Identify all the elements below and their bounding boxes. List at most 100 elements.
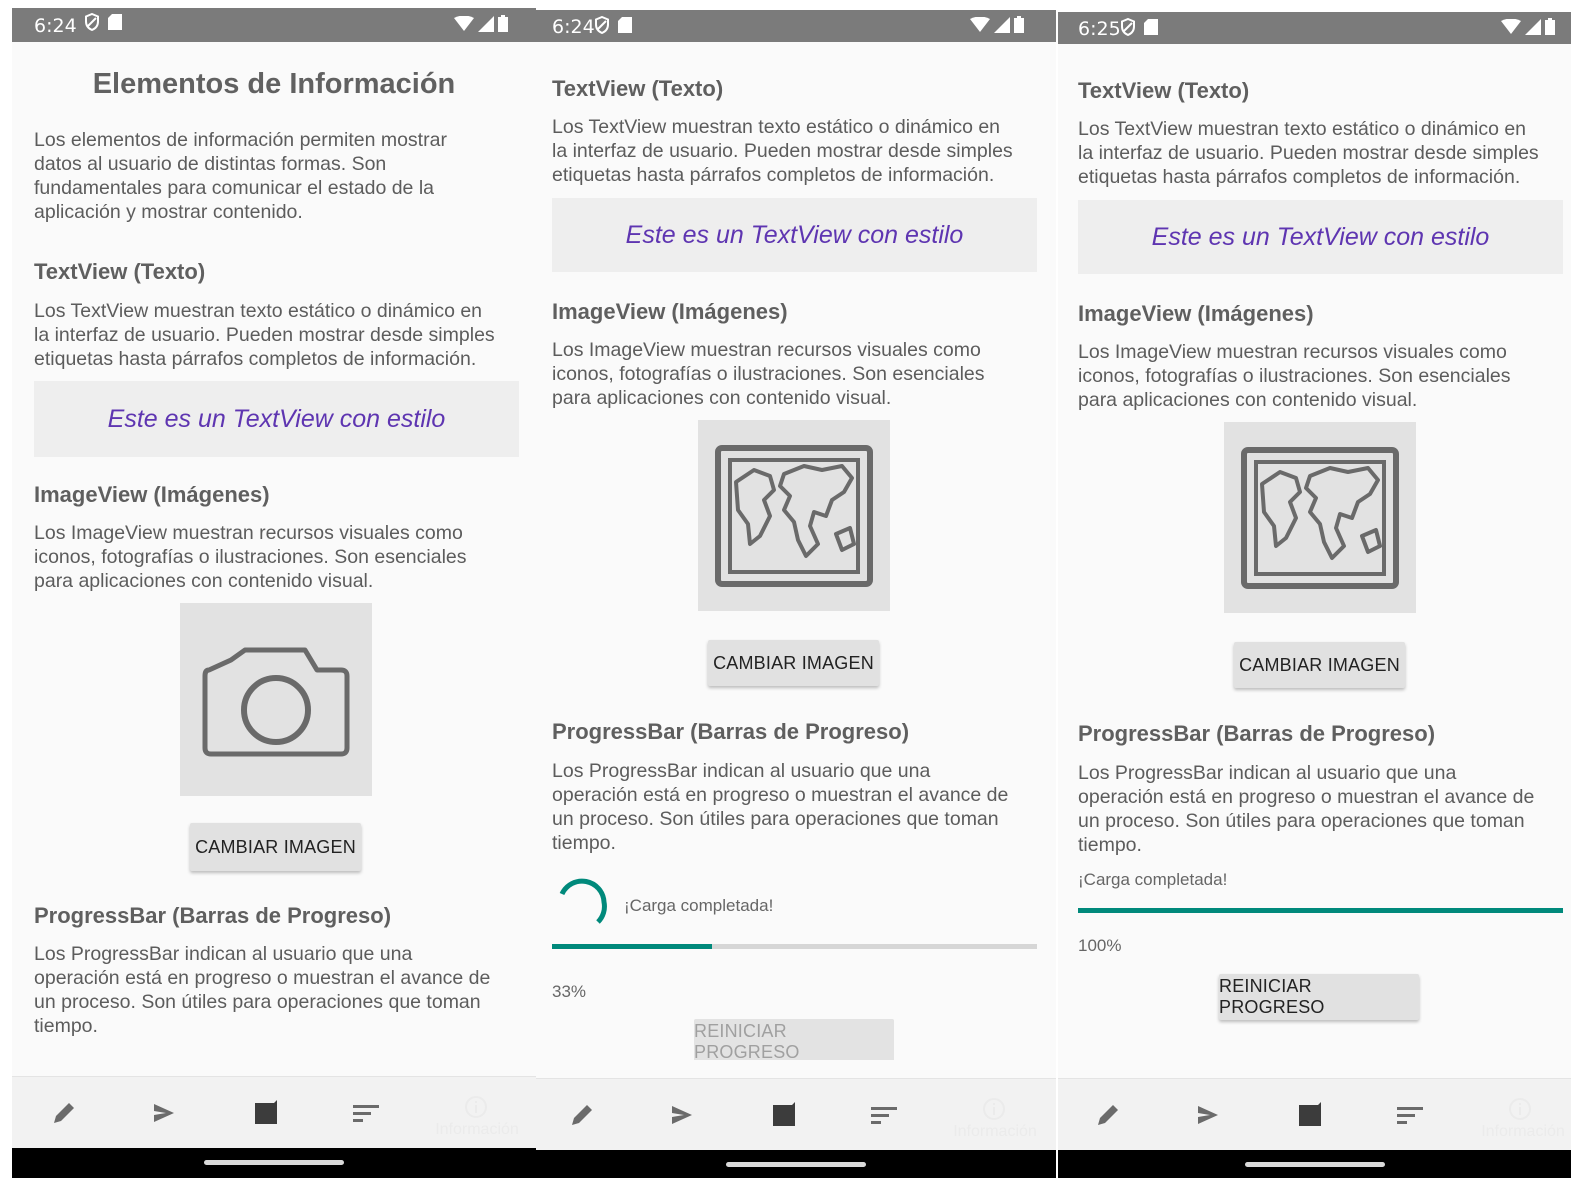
- progress-fill: [552, 944, 713, 949]
- sd-card-icon: [618, 17, 632, 33]
- status-right-icons: [1501, 18, 1555, 35]
- spinner-icon: [559, 878, 607, 924]
- sd-card-icon: [1144, 19, 1158, 35]
- nav-item-note[interactable]: [1290, 1095, 1330, 1135]
- wifi-icon: [454, 15, 474, 31]
- desc-line: para aplicaciones con contenido visual.: [34, 570, 374, 592]
- loading-spinner: [554, 876, 610, 932]
- desc-line: etiquetas hasta párrafos completos de in…: [34, 348, 477, 370]
- desc-line: iconos, fotografías o ilustraciones. Son…: [552, 363, 985, 385]
- scroll-content[interactable]: Elementos de Información Los elementos d…: [12, 42, 536, 1059]
- nav-item-send[interactable]: [1188, 1095, 1228, 1135]
- desc-line: la interfaz de usuario. Pueden mostrar d…: [552, 140, 1013, 162]
- scroll-content[interactable]: TextView (Texto) Los TextView muestran t…: [536, 42, 1056, 1060]
- reset-progress-button[interactable]: REINICIAR PROGRESO: [1219, 974, 1419, 1020]
- styled-text: Este es un TextView con estilo: [107, 404, 446, 433]
- map-icon: [715, 444, 873, 587]
- home-indicator[interactable]: [204, 1160, 344, 1165]
- bottom-navigation: Información: [1058, 1078, 1571, 1150]
- progress-description: Los ProgressBar indican al usuario que u…: [1078, 761, 1571, 857]
- desc-line: para aplicaciones con contenido visual.: [1078, 389, 1418, 411]
- textview-heading: TextView (Texto): [1078, 78, 1250, 103]
- screen-1: 6:24 Elementos de Información Los elemen…: [12, 8, 536, 1178]
- status-bar: 6:24: [12, 8, 536, 42]
- imageview-heading: ImageView (Imágenes): [552, 299, 788, 324]
- desc-line: tiempo.: [1078, 834, 1142, 856]
- status-time: 6:24: [552, 16, 595, 38]
- textview-description: Los TextView muestran texto estático o d…: [1078, 117, 1571, 189]
- progress-description: Los ProgressBar indican al usuario que u…: [34, 942, 529, 1038]
- note-icon: [255, 1100, 277, 1124]
- desc-line: la interfaz de usuario. Pueden mostrar d…: [34, 324, 495, 346]
- nav-item-note[interactable]: [246, 1093, 286, 1133]
- intro-line: aplicación y mostrar contenido.: [34, 201, 303, 223]
- bottom-navigation: Información: [12, 1076, 536, 1148]
- nav-item-sort[interactable]: [1390, 1095, 1430, 1135]
- send-icon: [1198, 1106, 1218, 1124]
- progress-track: [1078, 908, 1563, 913]
- imageview-heading: ImageView (Imágenes): [1078, 301, 1314, 326]
- page-title: Elementos de Información: [92, 68, 456, 100]
- nav-label-info: Información: [1481, 1123, 1565, 1140]
- desc-line: Los ImageView muestran recursos visuales…: [1078, 341, 1507, 363]
- signal-icon: [994, 16, 1010, 33]
- progress-percent: 33%: [552, 982, 587, 1001]
- nav-item-send[interactable]: [662, 1095, 702, 1135]
- home-indicator[interactable]: [726, 1162, 866, 1167]
- progress-track: [552, 944, 1037, 949]
- desc-line: Los TextView muestran texto estático o d…: [34, 300, 483, 322]
- gesture-bar: [12, 1148, 536, 1178]
- progress-heading: ProgressBar (Barras de Progreso): [1078, 721, 1436, 746]
- desc-line: etiquetas hasta párrafos completos de in…: [552, 164, 995, 186]
- note-icon: [1299, 1102, 1321, 1126]
- gesture-bar: [536, 1150, 1056, 1178]
- info-icon: [1509, 1098, 1531, 1120]
- battery-icon: [498, 15, 508, 32]
- shield-icon: [1121, 18, 1135, 36]
- image-view: [698, 420, 890, 611]
- desc-line: Los ProgressBar indican al usuario que u…: [34, 943, 413, 965]
- nav-item-edit[interactable]: [562, 1095, 602, 1135]
- desc-line: un proceso. Son útiles para operaciones …: [552, 808, 999, 830]
- scroll-content[interactable]: TextView (Texto) Los TextView muestran t…: [1058, 44, 1571, 1060]
- imageview-description: Los ImageView muestran recursos visuales…: [1078, 340, 1571, 412]
- edit-icon: [54, 1103, 74, 1123]
- desc-line: operación está en progreso o muestran el…: [34, 967, 491, 989]
- nav-item-edit[interactable]: [1088, 1095, 1128, 1135]
- change-image-button[interactable]: CAMBIAR IMAGEN: [708, 640, 879, 686]
- nav-label-info: Información: [953, 1123, 1037, 1140]
- status-left-icons: [594, 16, 632, 34]
- loading-status-text: ¡Carga completada!: [1078, 870, 1228, 889]
- sort-icon: [353, 1105, 379, 1122]
- desc-line: operación está en progreso o muestran el…: [552, 784, 1009, 806]
- imageview-description: Los ImageView muestran recursos visuales…: [552, 338, 1052, 410]
- desc-line: iconos, fotografías o ilustraciones. Son…: [34, 546, 467, 568]
- map-icon: [1241, 446, 1399, 589]
- nav-item-edit[interactable]: [44, 1093, 84, 1133]
- reset-progress-button[interactable]: REINICIAR PROGRESO: [694, 1019, 894, 1060]
- desc-line: Los TextView muestran texto estático o d…: [552, 116, 1001, 138]
- nav-item-sort[interactable]: [864, 1095, 904, 1135]
- home-indicator[interactable]: [1244, 1162, 1385, 1167]
- change-image-button[interactable]: CAMBIAR IMAGEN: [190, 823, 361, 871]
- image-view: [1224, 422, 1416, 613]
- progress-description: Los ProgressBar indican al usuario que u…: [552, 759, 1052, 855]
- nav-item-sort[interactable]: [346, 1093, 386, 1133]
- wifi-icon: [1501, 18, 1521, 34]
- styled-textview: Este es un TextView con estilo: [552, 198, 1037, 272]
- camera-icon: [202, 647, 350, 756]
- progress-percent: 100%: [1078, 936, 1122, 955]
- desc-line: para aplicaciones con contenido visual.: [552, 387, 892, 409]
- nav-item-note[interactable]: [764, 1095, 804, 1135]
- status-left-icons: [1120, 18, 1158, 36]
- nav-item-send[interactable]: [144, 1093, 184, 1133]
- status-right-icons: [970, 16, 1024, 33]
- change-image-button[interactable]: CAMBIAR IMAGEN: [1234, 642, 1405, 688]
- desc-line: la interfaz de usuario. Pueden mostrar d…: [1078, 142, 1539, 164]
- desc-line: Los ProgressBar indican al usuario que u…: [1078, 762, 1457, 784]
- desc-line: un proceso. Son útiles para operaciones …: [34, 991, 481, 1013]
- desc-line: Los ImageView muestran recursos visuales…: [34, 522, 463, 544]
- textview-heading: TextView (Texto): [34, 259, 206, 284]
- progress-heading: ProgressBar (Barras de Progreso): [552, 719, 910, 744]
- intro-text: Los elementos de información permiten mo…: [34, 128, 524, 224]
